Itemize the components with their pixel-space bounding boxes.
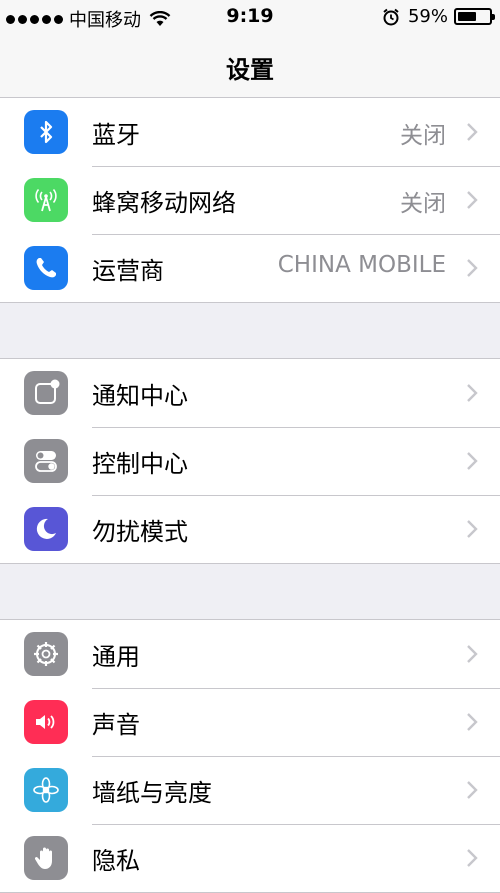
settings-row-do-not-disturb[interactable]: 勿扰模式 — [0, 495, 500, 563]
flower-icon — [24, 768, 68, 812]
chevron-right-icon — [467, 849, 478, 867]
settings-row-label: 运营商 — [92, 257, 164, 285]
battery-icon — [454, 8, 495, 25]
chevron-right-icon — [467, 384, 478, 402]
bluetooth-icon — [24, 110, 68, 154]
chevron-right-icon — [467, 123, 478, 141]
page-title: 设置 — [226, 56, 274, 84]
settings-row-notification-center[interactable]: 通知中心 — [0, 359, 500, 427]
settings-row-label: 控制中心 — [92, 450, 188, 478]
settings-row-label: 声音 — [92, 711, 140, 739]
settings-row-label: 通知中心 — [92, 382, 188, 410]
settings-row-value: 关闭 — [400, 123, 446, 149]
settings-group-general: 通用 声音 墙纸与亮度 隐私 — [0, 619, 500, 893]
alarm-icon — [383, 8, 399, 25]
settings-row-cellular[interactable]: 蜂窝移动网络 关闭 — [0, 166, 500, 234]
battery-fill — [458, 12, 476, 21]
status-right: 59% — [382, 6, 495, 27]
settings-row-value: 关闭 — [400, 191, 446, 217]
hand-icon — [24, 836, 68, 880]
settings-row-general[interactable]: 通用 — [0, 620, 500, 688]
settings-row-value: CHINA MOBILE — [277, 252, 446, 278]
settings-row-control-center[interactable]: 控制中心 — [0, 427, 500, 495]
notification-center-icon — [24, 371, 68, 415]
chevron-right-icon — [467, 520, 478, 538]
settings-row-label: 隐私 — [92, 847, 140, 875]
settings-row-label: 通用 — [92, 643, 140, 671]
chevron-right-icon — [467, 259, 478, 277]
settings-row-carrier[interactable]: 运营商 CHINA MOBILE — [0, 234, 500, 302]
moon-icon — [24, 507, 68, 551]
navigation-bar: 设置 — [0, 34, 500, 101]
settings-row-label: 蓝牙 — [92, 121, 140, 149]
phone-icon — [24, 246, 68, 290]
speaker-icon — [24, 700, 68, 744]
settings-row-label: 墙纸与亮度 — [92, 779, 212, 807]
chevron-right-icon — [467, 713, 478, 731]
chevron-right-icon — [467, 781, 478, 799]
status-bar: 中国移动 9:19 59% — [0, 0, 500, 34]
chevron-right-icon — [467, 452, 478, 470]
settings-row-privacy[interactable]: 隐私 — [0, 824, 500, 892]
settings-group-notifications: 通知中心 控制中心 勿扰模式 — [0, 358, 500, 564]
settings-row-wallpaper-brightness[interactable]: 墙纸与亮度 — [0, 756, 500, 824]
chevron-right-icon — [467, 645, 478, 663]
battery-percent: 59% — [407, 6, 448, 27]
control-center-icon — [24, 439, 68, 483]
settings-row-bluetooth[interactable]: 蓝牙 关闭 — [0, 98, 500, 166]
settings-row-sounds[interactable]: 声音 — [0, 688, 500, 756]
gear-icon — [24, 632, 68, 676]
settings-row-label: 勿扰模式 — [92, 518, 188, 546]
cellular-icon — [24, 178, 68, 222]
settings-row-label: 蜂窝移动网络 — [92, 189, 236, 217]
chevron-right-icon — [467, 191, 478, 209]
settings-group-connectivity: 蓝牙 关闭 蜂窝移动网络 关闭 运营商 CHINA MOBILE — [0, 97, 500, 303]
